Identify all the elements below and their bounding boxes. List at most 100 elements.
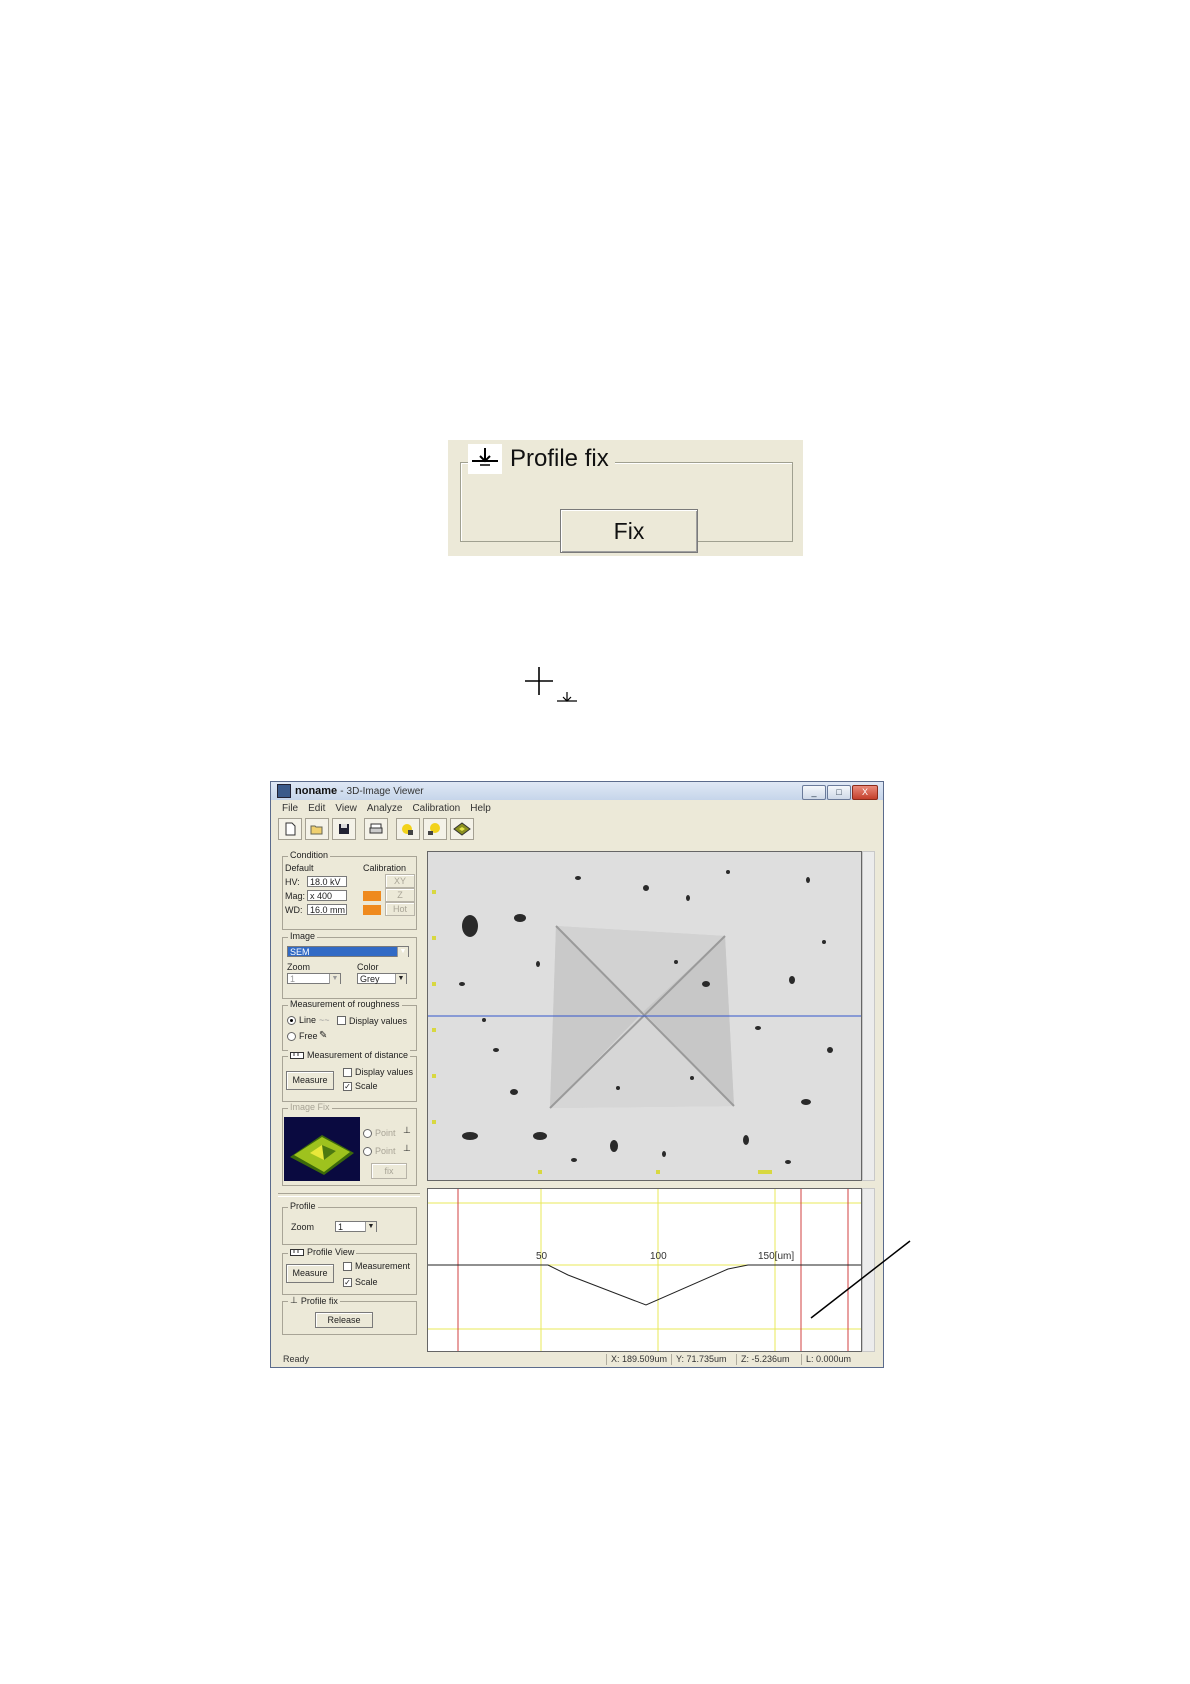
profile-fix-panel: Fix Profile fix xyxy=(448,440,803,556)
menu-help[interactable]: Help xyxy=(465,803,496,814)
profile-fix-group-title-text: Profile fix xyxy=(300,1295,338,1306)
image-scrollbar[interactable] xyxy=(862,851,875,1181)
profile-scale-checkbox[interactable]: ✓ xyxy=(343,1278,352,1287)
distance-scale-checkbox[interactable]: ✓ xyxy=(343,1082,352,1091)
point2-label: Point xyxy=(375,1146,396,1156)
status-z: Z: -5.236um xyxy=(736,1354,790,1365)
condition-title: Condition xyxy=(288,850,331,860)
calibration-z-indicator xyxy=(363,891,381,901)
minimize-button[interactable]: _ xyxy=(802,785,826,800)
profile-fix-icon xyxy=(468,444,502,474)
profile-view-group: Profile View Measure Measurement ✓ Scale xyxy=(282,1247,417,1295)
profile-title: Profile xyxy=(288,1201,318,1211)
calibration-hot-indicator xyxy=(363,905,381,915)
title-bar[interactable]: noname - 3D-Image Viewer _ □ X xyxy=(271,782,883,800)
zoom-value: 1 xyxy=(290,974,296,984)
title-separator: - xyxy=(340,785,344,797)
profile-scrollbar[interactable] xyxy=(862,1188,875,1352)
profile-graph: 50 100 150[um] xyxy=(428,1189,861,1351)
roughness-title: Measurement of roughness xyxy=(288,999,402,1009)
image-title: Image xyxy=(288,931,318,941)
profile-zoom-select[interactable]: 1 ▼ xyxy=(335,1221,377,1232)
sem-image xyxy=(428,852,861,1180)
line-radio[interactable] xyxy=(287,1016,296,1025)
color-value: Grey xyxy=(360,974,380,984)
calibration-z-button[interactable]: Z xyxy=(385,888,415,902)
profile-view-title-text: Profile View xyxy=(307,1247,355,1257)
profile-fix-legend: Profile fix xyxy=(468,442,615,476)
distance-group: Measurement of distance Measure Display … xyxy=(282,1050,417,1102)
image-select-value: SEM xyxy=(290,947,310,957)
chevron-down-icon[interactable]: ▼ xyxy=(397,947,408,957)
left-panel: Condition Default Calibration HV: 18.0 k… xyxy=(278,850,420,1343)
image-fix-group: Image Fix Point ⊥ Point ⊥ fix xyxy=(282,1102,417,1186)
calibration-hot-button[interactable]: Hot xyxy=(385,902,415,916)
print-icon[interactable] xyxy=(364,818,388,840)
point2-radio[interactable] xyxy=(363,1147,372,1156)
panel-divider xyxy=(278,1193,420,1197)
roughness-group: Measurement of roughness Line ~~ Display… xyxy=(282,999,417,1051)
wave-icon: ~~ xyxy=(319,1015,330,1025)
profile-fix-small-icon: ⊥ xyxy=(290,1295,298,1305)
image-fix-button[interactable]: fix xyxy=(371,1163,407,1179)
image-group: Image SEM ▼ Zoom 1 ▼ Color Grey ▼ xyxy=(282,931,417,999)
profile-view[interactable]: 50 100 150[um] xyxy=(427,1188,862,1352)
menu-bar: File Edit View Analyze Calibration Help xyxy=(271,800,883,816)
line-label: Line xyxy=(299,1015,317,1025)
profile-zoom-label: Zoom xyxy=(291,1222,315,1232)
color-select[interactable]: Grey ▼ xyxy=(357,973,407,984)
chevron-down-icon[interactable]: ▼ xyxy=(329,974,340,984)
profile-tick-label: 150[um] xyxy=(758,1251,794,1262)
calibration-label: Calibration xyxy=(363,863,407,873)
open-icon[interactable] xyxy=(305,818,329,840)
mag-value: x 400 xyxy=(307,890,347,901)
point1-radio[interactable] xyxy=(363,1129,372,1138)
image-fix2-icon[interactable] xyxy=(423,818,447,840)
app-icon xyxy=(277,784,291,798)
maximize-button[interactable]: □ xyxy=(827,785,851,800)
profile-measurement-label: Measurement xyxy=(355,1261,411,1271)
chevron-down-icon[interactable]: ▼ xyxy=(365,1222,376,1232)
profile-measurement-checkbox[interactable] xyxy=(343,1262,352,1271)
sem-image-view[interactable] xyxy=(427,851,862,1181)
release-button[interactable]: Release xyxy=(315,1312,373,1328)
image-viewer-window: noname - 3D-Image Viewer _ □ X File Edit… xyxy=(270,781,884,1368)
color-label: Color xyxy=(357,962,379,972)
profile-measure-button[interactable]: Measure xyxy=(286,1264,334,1283)
profile-zoom-value: 1 xyxy=(338,1222,344,1232)
distance-display-values-checkbox[interactable] xyxy=(343,1068,352,1077)
pencil-icon: ✎ xyxy=(319,1030,328,1041)
status-bar: Ready X: 189.509um Y: 71.735um Z: -5.236… xyxy=(271,1352,883,1367)
roughness-display-values-checkbox[interactable] xyxy=(337,1016,346,1025)
image-fix-title: Image Fix xyxy=(288,1102,332,1112)
chevron-down-icon[interactable]: ▼ xyxy=(395,974,406,984)
menu-file[interactable]: File xyxy=(271,803,303,814)
menu-analyze[interactable]: Analyze xyxy=(362,803,408,814)
close-button[interactable]: X xyxy=(852,785,878,800)
fix-button[interactable]: Fix xyxy=(560,509,698,553)
hv-label: HV: xyxy=(285,877,300,887)
profile-group: Profile Zoom 1 ▼ xyxy=(282,1201,417,1245)
zoom-select[interactable]: 1 ▼ xyxy=(287,973,341,984)
menu-calibration[interactable]: Calibration xyxy=(407,803,465,814)
wd-label: WD: xyxy=(285,905,303,915)
calibration-xy-button[interactable]: XY xyxy=(385,874,415,888)
profile-fix-group: ⊥ Profile fix Release xyxy=(282,1295,417,1335)
distance-title: Measurement of distance xyxy=(288,1050,411,1060)
distance-measure-button[interactable]: Measure xyxy=(286,1071,334,1090)
free-radio[interactable] xyxy=(287,1032,296,1041)
profile-fix-group-title: ⊥ Profile fix xyxy=(288,1295,340,1306)
condition-group: Condition Default Calibration HV: 18.0 k… xyxy=(282,850,417,930)
image-select[interactable]: SEM ▼ xyxy=(287,946,409,957)
menu-view[interactable]: View xyxy=(330,803,362,814)
profile-fix-title: Profile fix xyxy=(510,445,609,472)
3d-view-icon[interactable] xyxy=(450,818,474,840)
new-icon[interactable] xyxy=(278,818,302,840)
profile-scale-label: Scale xyxy=(355,1277,378,1287)
status-ready: Ready xyxy=(283,1354,310,1364)
default-label: Default xyxy=(285,863,314,873)
document-name: noname xyxy=(295,785,338,797)
image-fix-icon[interactable] xyxy=(396,818,420,840)
save-icon[interactable] xyxy=(332,818,356,840)
menu-edit[interactable]: Edit xyxy=(303,803,330,814)
